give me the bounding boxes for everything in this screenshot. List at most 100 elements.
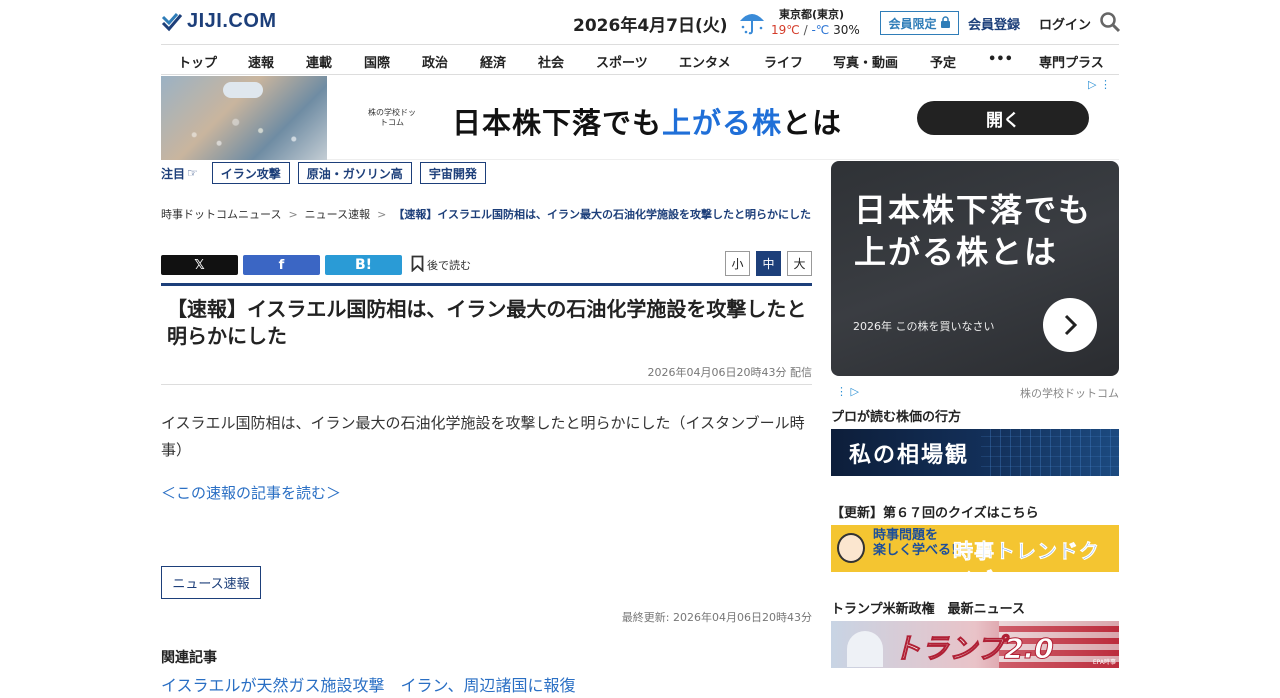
sidebar-ad-line-1: 日本株下落でも xyxy=(854,191,1093,229)
read-later-button[interactable]: 後で読む xyxy=(411,255,471,275)
member-only-label: 会員限定 xyxy=(888,16,937,31)
trend-quiz-banner[interactable]: 時事問題を楽しく学べる! 時事トレンドクイズ xyxy=(831,525,1119,572)
nav-item-entertainment[interactable]: エンタメ xyxy=(679,52,731,71)
category-button[interactable]: ニュース速報 xyxy=(161,566,261,599)
nav-item-series[interactable]: 連載 xyxy=(306,52,332,71)
sidebar-ad-source: 株の学校ドットコム xyxy=(1020,387,1119,400)
section-heading-quiz: 【更新】第６７回のクイズはこちら xyxy=(831,506,1039,521)
nav-item-breaking[interactable]: 速報 xyxy=(248,52,274,71)
quiz-banner-subtext: 時事問題を 楽しく学べる! xyxy=(873,528,957,558)
nav-item-life[interactable]: ライフ xyxy=(764,52,803,71)
temp-low: -℃ xyxy=(811,23,830,37)
pointing-hand-icon: ☞ xyxy=(187,166,198,180)
font-size-small-button[interactable]: 小 xyxy=(725,251,750,276)
share-hatena-button[interactable]: B! xyxy=(325,255,402,275)
share-x-button[interactable]: 𝕏 xyxy=(161,255,238,275)
ad-choices-icon[interactable]: ▷ ⋮ xyxy=(1088,78,1111,91)
trending-tags: 注目 ☞ イラン攻撃 原油・ガソリン高 宇宙開発 xyxy=(161,162,486,184)
trending-label: 注目 ☞ xyxy=(161,165,198,182)
ad-photo xyxy=(161,76,327,160)
temp-high: 19℃ xyxy=(771,23,800,37)
current-date: 2026年4月7日(火) xyxy=(573,16,728,36)
read-more-link[interactable]: ＜この速報の記事を読む＞ xyxy=(161,482,341,503)
register-link[interactable]: 会員登録 xyxy=(968,14,1020,33)
temp-separator: / xyxy=(803,23,808,37)
font-size-large-button[interactable]: 大 xyxy=(787,251,812,276)
character-icon xyxy=(837,533,865,563)
weather-city: 東京都(東京) xyxy=(779,8,845,21)
sidebar-ad[interactable]: 日本株下落でも 上がる株とは 2026年 この株を買いなさい xyxy=(831,161,1119,376)
nav-item-sports[interactable]: スポーツ xyxy=(596,52,648,71)
site-header: JIJI.COM 2026年4月7日(火) 東京都(東京) 19℃ / -℃ 3… xyxy=(161,0,1121,44)
ad-headline-highlight-1: 上がる xyxy=(662,106,753,140)
breadcrumb-current: 【速報】イスラエル国防相は、イラン最大の石油化学施設を攻撃したと明らかにした xyxy=(393,208,812,221)
quiz-banner-title: 時事トレンドクイズ xyxy=(953,539,1100,572)
breadcrumb-separator: > xyxy=(288,208,298,221)
font-size-switcher: 小 中 大 xyxy=(725,251,812,276)
trending-label-text: 注目 xyxy=(161,166,186,181)
related-article-link[interactable]: イスラエルが天然ガス施設攻撃 イラン、周辺諸国に報復 xyxy=(161,672,576,696)
site-logo[interactable]: JIJI.COM xyxy=(161,10,277,33)
member-only-button[interactable]: 会員限定 xyxy=(880,11,959,35)
trump-news-banner[interactable]: トランプ2.0 EPA時事 xyxy=(831,621,1119,668)
quiz-banner-sub-2: 楽しく学べる! xyxy=(873,543,957,558)
trump-banner-text: トランプ2.0 xyxy=(893,632,1055,666)
nav-more-icon[interactable]: ••• xyxy=(988,52,1013,67)
nav-item-society[interactable]: 社会 xyxy=(538,52,564,71)
ad-info-icon[interactable]: ⋮ ▷ xyxy=(836,385,859,398)
jiji-logo-icon xyxy=(161,11,183,33)
sidebar-ad-line-2: 上がる株とは xyxy=(854,233,1059,271)
nav-item-pro-plus[interactable]: 専門プラス xyxy=(1039,52,1104,71)
breadcrumb-home[interactable]: 時事ドットコムニュース xyxy=(161,208,281,221)
sidebar-ad-sub: 2026年 この株を買いなさい xyxy=(853,320,995,333)
main-nav: トップ 速報 連載 国際 政治 経済 社会 スポーツ エンタメ ライフ 写真・動… xyxy=(161,44,1119,75)
tag-space[interactable]: 宇宙開発 xyxy=(419,162,486,184)
ad-headline-post: とは xyxy=(782,106,843,140)
nav-item-politics[interactable]: 政治 xyxy=(422,52,448,71)
logo-text: JIJI.COM xyxy=(187,10,277,32)
ad-sponsor: 株の学校ドットコム xyxy=(368,108,416,127)
photo-credit: EPA時事 xyxy=(1092,659,1116,666)
section-heading-trump: トランプ米新政権 最新ニュース xyxy=(831,602,1025,617)
tag-oil-gasoline[interactable]: 原油・ガソリン高 xyxy=(297,162,412,184)
sidebar-ad-headline: 日本株下落でも 上がる株とは xyxy=(854,189,1092,273)
nav-item-economy[interactable]: 経済 xyxy=(480,52,506,71)
nav-item-top[interactable]: トップ xyxy=(178,52,217,71)
market-view-banner[interactable]: 私の相場観 xyxy=(831,429,1119,476)
quiz-banner-sub-1: 時事問題を xyxy=(873,528,939,543)
nav-item-photo-video[interactable]: 写真・動画 xyxy=(833,52,898,71)
market-view-banner-text: 私の相場観 xyxy=(849,442,970,468)
share-facebook-button[interactable]: f xyxy=(243,255,320,275)
login-link[interactable]: ログイン xyxy=(1039,14,1091,33)
chevron-right-icon[interactable] xyxy=(1043,298,1097,352)
published-date: 2026年04月06日20時43分 配信 xyxy=(647,366,812,379)
headline-rule xyxy=(161,283,812,286)
related-heading: 関連記事 xyxy=(161,650,217,666)
weather-widget[interactable]: 東京都(東京) 19℃ / -℃ 30% xyxy=(737,5,860,39)
ad-headline-highlight-2: 株 xyxy=(752,106,783,140)
rain-chance: 30% xyxy=(833,23,860,37)
article-body: イスラエル国防相は、イラン最大の石油化学施設を攻撃したと明らかにした（イスタンブ… xyxy=(161,414,805,459)
tag-iran-attack[interactable]: イラン攻撃 xyxy=(211,162,290,184)
search-icon[interactable] xyxy=(1099,11,1121,33)
article-title: 【速報】イスラエル国防相は、イラン最大の石油化学施設を攻撃したと明らかにした xyxy=(167,297,807,348)
weather-temps: 19℃ / -℃ 30% xyxy=(771,23,860,37)
divider xyxy=(161,384,812,385)
capitol-icon xyxy=(847,631,883,667)
last-updated: 最終更新: 2026年04月06日20時43分 xyxy=(621,611,812,624)
nav-item-schedule[interactable]: 予定 xyxy=(930,52,956,71)
breadcrumb-separator: > xyxy=(377,208,387,221)
nav-item-international[interactable]: 国際 xyxy=(364,52,390,71)
lock-icon xyxy=(940,15,951,31)
ad-headline: 日本株下落でも上がる株とは xyxy=(452,100,842,142)
top-ad-banner[interactable]: 株の学校ドットコム 日本株下落でも上がる株とは 開く ▷ ⋮ xyxy=(161,76,1119,160)
section-heading-market: プロが読む株価の行方 xyxy=(831,410,962,425)
breadcrumb: 時事ドットコムニュース > ニュース速報 > 【速報】イスラエル国防相は、イラン最大の石… xyxy=(161,205,812,224)
umbrella-rain-icon xyxy=(737,7,767,37)
ad-open-button[interactable]: 開く xyxy=(917,101,1089,135)
read-later-label: 後で読む xyxy=(427,259,471,272)
breadcrumb-category[interactable]: ニュース速報 xyxy=(305,208,370,221)
font-size-medium-button[interactable]: 中 xyxy=(756,251,781,276)
ad-headline-pre: 日本株下落でも xyxy=(452,106,663,140)
share-bar: 𝕏 f B! 後で読む xyxy=(161,255,471,275)
